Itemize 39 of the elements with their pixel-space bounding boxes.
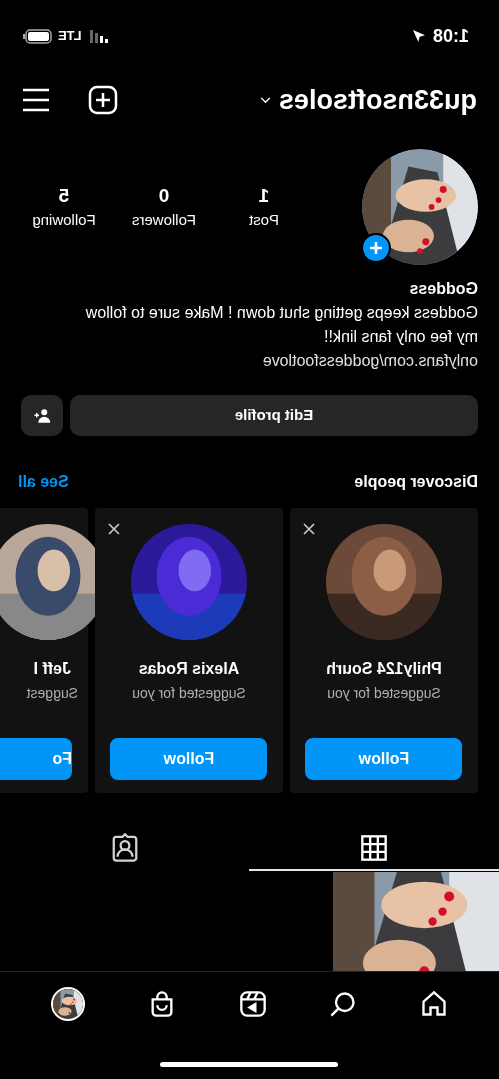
- profile-avatar[interactable]: [51, 987, 86, 1021]
- chevron-down-icon[interactable]: [259, 96, 271, 104]
- network-label: LTE: [58, 27, 82, 46]
- add-person-icon: [32, 406, 52, 425]
- battery-icon: [22, 28, 52, 44]
- stat-count: 5: [58, 184, 70, 208]
- close-icon: [108, 523, 120, 535]
- suggestion-reason: Suggested for you: [327, 684, 441, 703]
- suggested-user-name[interactable]: Phily124 Sourh: [326, 657, 442, 681]
- grid-icon: [360, 834, 389, 862]
- stat-count: 1: [258, 184, 270, 208]
- home-icon[interactable]: [419, 990, 448, 1018]
- edit-profile-button[interactable]: Edit profile: [70, 395, 478, 436]
- status-time: 1:08: [432, 24, 469, 48]
- see-all-link[interactable]: See all: [18, 470, 69, 494]
- reels-icon[interactable]: [238, 990, 267, 1018]
- close-button[interactable]: [107, 522, 121, 536]
- suggestion-reason: Suggested for you: [132, 684, 246, 703]
- search-icon[interactable]: [329, 990, 358, 1018]
- signal-icon: [87, 29, 108, 43]
- stat-label: Followers: [131, 210, 197, 230]
- close-icon: [303, 523, 315, 535]
- profile-name: Goddess: [408, 279, 478, 299]
- section-title: Discover people: [354, 472, 478, 492]
- suggested-user-name[interactable]: Alexis Rodas: [138, 657, 240, 681]
- add-person-button[interactable]: [21, 395, 63, 436]
- suggested-user-name[interactable]: Jeff I: [33, 657, 71, 681]
- stat-count: 0: [158, 184, 170, 208]
- profile-bio: Goddess keeps getting shut down ! Make sure to follow my fee only fans link!!: [84, 303, 478, 347]
- add-story-icon[interactable]: [361, 233, 391, 263]
- profile-username: qu33nsoftsoles: [278, 83, 477, 117]
- menu-icon[interactable]: [22, 88, 50, 112]
- profile-link[interactable]: onlyfans.com/goddessfootlove: [21, 349, 478, 373]
- stat-label: Post: [249, 210, 279, 230]
- stat-label: Following: [32, 210, 96, 230]
- add-post-icon[interactable]: [88, 85, 118, 115]
- location-arrow-icon: [410, 28, 427, 44]
- suggestion-reason: Suggest: [26, 684, 78, 703]
- close-button[interactable]: [302, 522, 316, 536]
